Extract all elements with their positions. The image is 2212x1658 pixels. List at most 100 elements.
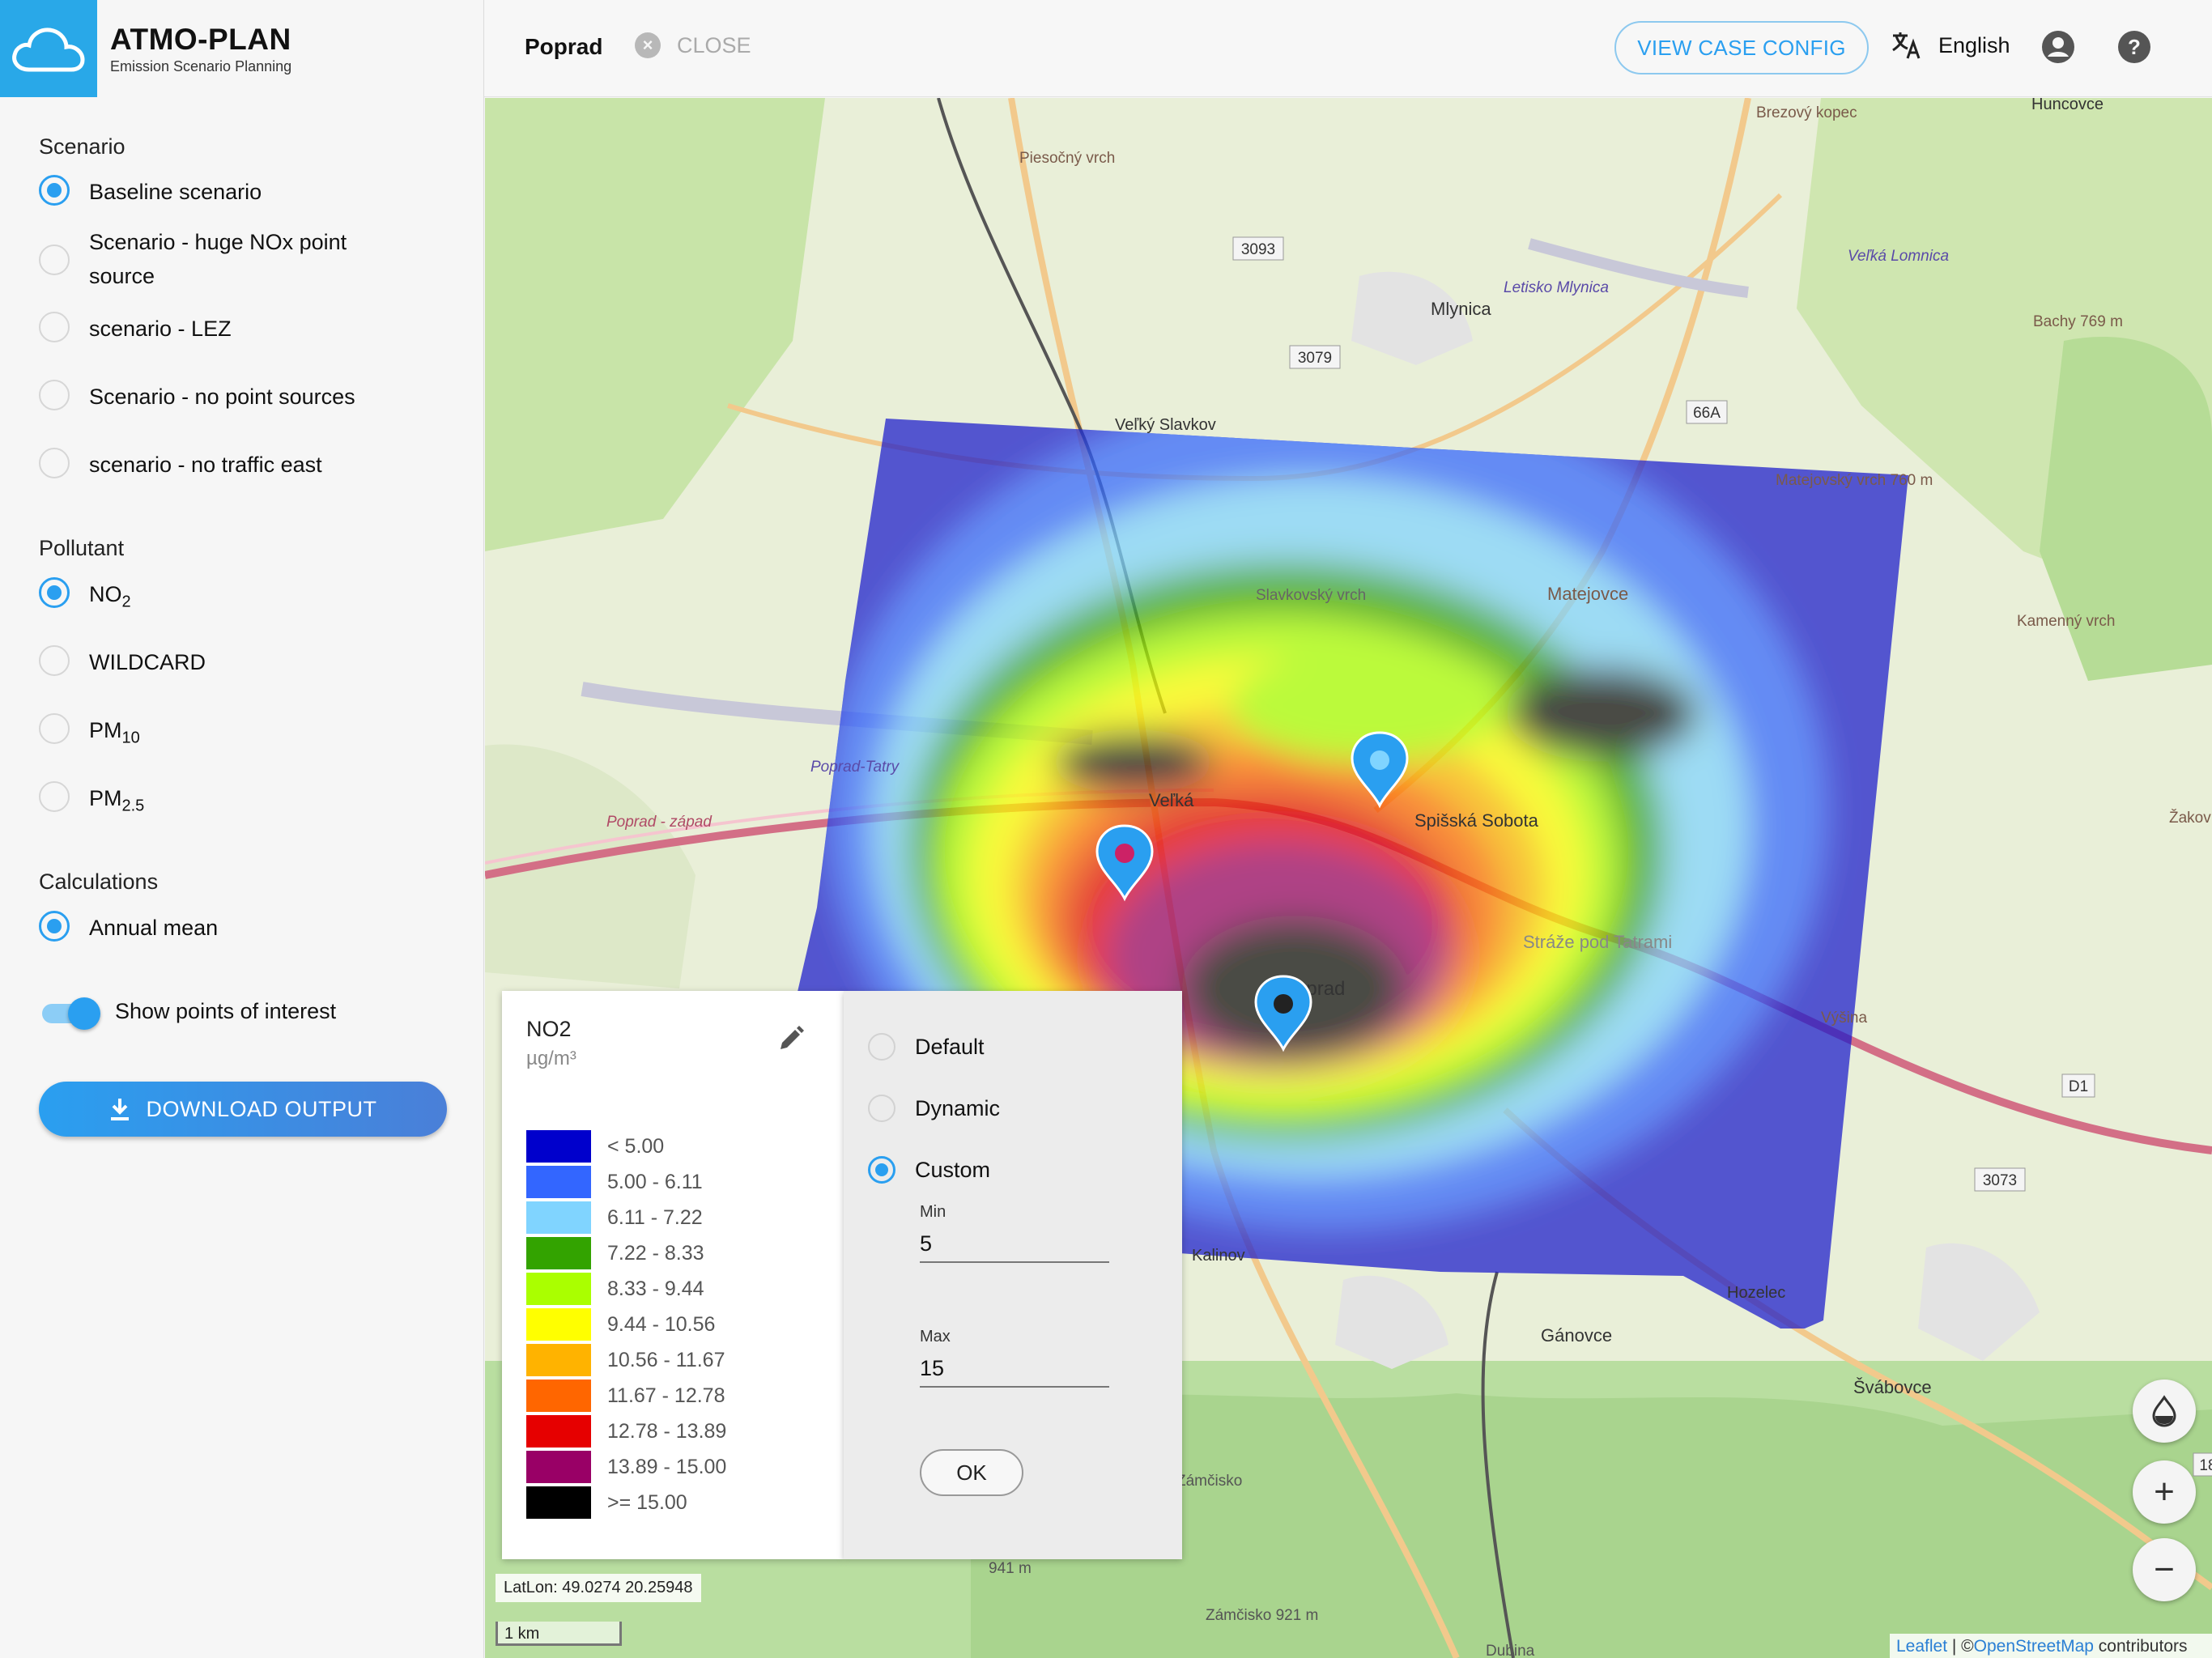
map-label-piesocny-vrch: Piesočný vrch bbox=[1019, 150, 1115, 167]
map-label-poprad-tatry: Poprad-Tatry bbox=[810, 759, 900, 776]
case-name: Poprad bbox=[525, 34, 603, 59]
scale-options-panel: Default Dynamic Custom Min Max OK bbox=[844, 991, 1182, 1559]
calculation-label: Annual mean bbox=[89, 916, 219, 940]
scenario-option-baseline[interactable]: Baseline scenario bbox=[39, 175, 262, 209]
radio-selected[interactable] bbox=[868, 1156, 895, 1184]
download-label: DOWNLOAD OUTPUT bbox=[146, 1096, 377, 1121]
legend-row: 10.56 - 11.67 bbox=[526, 1344, 725, 1376]
scale-option-custom[interactable]: Custom bbox=[868, 1156, 990, 1184]
pollutant-label: WILDCARD bbox=[89, 650, 206, 674]
legend-swatch bbox=[526, 1451, 591, 1483]
download-output-button[interactable]: DOWNLOAD OUTPUT bbox=[39, 1082, 447, 1137]
map-label-velka-lomnica: Veľká Lomnica bbox=[1848, 248, 1949, 265]
toggle-knob[interactable] bbox=[68, 997, 100, 1030]
scenario-option-no-traffic-east[interactable]: scenario - no traffic east bbox=[39, 448, 322, 482]
legend-label: 5.00 - 6.11 bbox=[607, 1170, 703, 1193]
map-label-straze: Stráže pod Tatrami bbox=[1523, 932, 1672, 952]
map-label-velka: Veľká bbox=[1149, 790, 1194, 810]
scale-option-default[interactable]: Default bbox=[868, 1033, 985, 1061]
zoom-in-icon: + bbox=[2154, 1472, 2175, 1511]
edit-legend-button[interactable] bbox=[777, 1025, 805, 1056]
map-label-svabovce: Švábovce bbox=[1853, 1377, 1932, 1397]
map-label-velky-slavkov: Veľký Slavkov bbox=[1115, 416, 1216, 434]
radio[interactable] bbox=[39, 380, 70, 410]
legend-label: < 5.00 bbox=[607, 1134, 665, 1158]
legend-unit: µg/m³ bbox=[526, 1048, 576, 1069]
radio[interactable] bbox=[39, 448, 70, 478]
ok-button[interactable]: OK bbox=[920, 1449, 1023, 1496]
road-number: 3079 bbox=[1298, 350, 1332, 367]
legend-swatch bbox=[526, 1415, 591, 1448]
legend-swatch bbox=[526, 1486, 591, 1519]
map-label-brezovy-kopec: Brezový kopec bbox=[1756, 104, 1857, 121]
zoom-out-button[interactable]: − bbox=[2133, 1538, 2196, 1601]
legend-label: 10.56 - 11.67 bbox=[607, 1348, 725, 1371]
poi-toggle[interactable] bbox=[39, 997, 100, 1030]
view-case-config-button[interactable]: VIEW CASE CONFIG bbox=[1614, 21, 1869, 74]
scenario-label: Scenario - no point sources bbox=[89, 385, 355, 409]
pollutant-option-pm25[interactable]: PM2.5 bbox=[39, 781, 144, 823]
attribution-tail: contributors bbox=[2093, 1637, 2188, 1656]
legend-row: 9.44 - 10.56 bbox=[526, 1308, 715, 1341]
radio[interactable] bbox=[39, 781, 70, 812]
legend-swatch bbox=[526, 1380, 591, 1412]
legend-swatch bbox=[526, 1273, 591, 1305]
legend-row: 5.00 - 6.11 bbox=[526, 1166, 703, 1198]
poi-toggle-label: Show points of interest bbox=[115, 999, 337, 1023]
radio[interactable] bbox=[39, 312, 70, 342]
radio-selected[interactable] bbox=[39, 175, 70, 206]
scenario-option-no-point-sources[interactable]: Scenario - no point sources bbox=[39, 380, 355, 414]
map-label-matejovsky-vrch: Matejovský vrch 760 m bbox=[1776, 472, 1933, 489]
download-icon bbox=[111, 1099, 130, 1120]
brand-subtitle: Emission Scenario Planning bbox=[110, 58, 292, 74]
map-label-vysina: Výšina bbox=[1821, 1010, 1867, 1027]
user-icon[interactable] bbox=[2040, 29, 2076, 69]
latlon-readout: LatLon: 49.0274 20.25948 bbox=[496, 1574, 701, 1602]
brand-title: ATMO-PLAN bbox=[110, 23, 291, 56]
radio[interactable] bbox=[39, 713, 70, 744]
map-label-zamcisko-peak: Zámčisko 921 m bbox=[1206, 1607, 1318, 1624]
help-icon[interactable]: ? bbox=[2116, 29, 2152, 69]
map-label-kalinov: Kalinov bbox=[1192, 1247, 1245, 1265]
osm-link[interactable]: OpenStreetMap bbox=[1974, 1637, 2094, 1656]
legend-row: 11.67 - 12.78 bbox=[526, 1380, 725, 1412]
scale-option-dynamic[interactable]: Dynamic bbox=[868, 1095, 1000, 1122]
scenario-option-huge-nox[interactable]: Scenario - huge NOx point source bbox=[39, 225, 397, 293]
zoom-in-button[interactable]: + bbox=[2133, 1460, 2196, 1524]
brand: ATMO-PLAN Emission Scenario Planning bbox=[110, 23, 291, 75]
radio-selected[interactable] bbox=[39, 911, 70, 942]
radio[interactable] bbox=[868, 1033, 895, 1061]
pollutant-option-pm10[interactable]: PM10 bbox=[39, 713, 140, 755]
map-label-slavkovsky-vrch: Slavkovský vrch bbox=[1256, 587, 1366, 604]
pollutant-label: PM10 bbox=[89, 718, 140, 747]
language-selector[interactable]: English bbox=[1890, 29, 2010, 62]
opacity-button[interactable] bbox=[2133, 1380, 2196, 1443]
radio[interactable] bbox=[39, 244, 70, 275]
zoom-out-icon: − bbox=[2154, 1550, 2175, 1589]
language-label: English bbox=[1938, 32, 2010, 57]
map-label-spisska-sobota: Spišská Sobota bbox=[1414, 810, 1539, 831]
svg-text:?: ? bbox=[2128, 35, 2141, 59]
max-input[interactable] bbox=[920, 1350, 1109, 1388]
scenario-label: Scenario - huge NOx point source bbox=[89, 230, 347, 288]
calculations-title: Calculations bbox=[39, 869, 159, 894]
radio[interactable] bbox=[39, 645, 70, 676]
radio-selected[interactable] bbox=[39, 577, 70, 608]
pollutant-option-wildcard[interactable]: WILDCARD bbox=[39, 645, 206, 679]
translate-icon bbox=[1892, 32, 1921, 59]
calculation-option-annual-mean[interactable]: Annual mean bbox=[39, 911, 218, 945]
legend-title: NO2 bbox=[526, 1017, 572, 1041]
map-label-bachy: Bachy 769 m bbox=[2033, 313, 2123, 330]
map-label-matejovce: Matejovce bbox=[1547, 584, 1628, 604]
leaflet-link[interactable]: Leaflet bbox=[1896, 1637, 1947, 1656]
pollutant-option-no2[interactable]: NO2 bbox=[39, 577, 131, 619]
legend-label: 11.67 - 12.78 bbox=[607, 1384, 725, 1407]
scale-option-label: Dynamic bbox=[915, 1095, 1001, 1120]
close-case-button[interactable]: × CLOSE bbox=[635, 32, 751, 58]
map-label-zakov-kopec: Žakov kopec bbox=[2169, 809, 2212, 827]
scenario-option-lez[interactable]: scenario - LEZ bbox=[39, 312, 232, 346]
scenario-label: scenario - no traffic east bbox=[89, 453, 322, 477]
min-label: Min bbox=[920, 1203, 946, 1221]
radio[interactable] bbox=[868, 1095, 895, 1122]
min-input[interactable] bbox=[920, 1226, 1109, 1263]
